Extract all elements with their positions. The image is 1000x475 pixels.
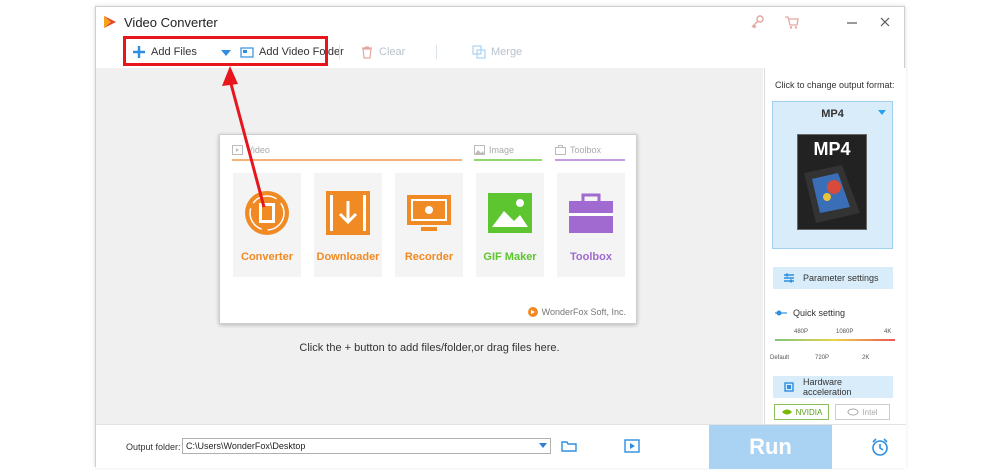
section-toolbox: Toolbox	[555, 145, 625, 161]
bottom-bar: Output folder: C:\Users\WonderFox\Deskto…	[96, 424, 906, 469]
intel-button[interactable]: Intel	[835, 404, 890, 420]
section-toolbox-underline	[555, 159, 625, 161]
hardware-acceleration-label: Hardware acceleration	[803, 377, 852, 397]
tile-converter[interactable]: Converter	[233, 173, 301, 277]
annotation-highlight-box	[123, 36, 328, 66]
launcher-panel: Video Image Toolbox Converter Downloader…	[219, 134, 637, 324]
cart-icon[interactable]	[784, 14, 800, 30]
output-format-name: MP4	[821, 108, 844, 120]
output-folder-dropdown-caret[interactable]	[539, 443, 547, 448]
section-video: Video	[232, 145, 462, 161]
alarm-icon[interactable]	[870, 437, 890, 457]
hardware-acceleration-button[interactable]: Hardware acceleration	[773, 376, 893, 398]
change-format-label: Click to change output format:	[775, 80, 895, 90]
minimize-icon[interactable]	[844, 14, 860, 30]
tile-toolbox-label: Toolbox	[570, 251, 612, 263]
run-label: Run	[749, 434, 792, 459]
gif-maker-icon	[488, 193, 532, 233]
tile-gif-maker[interactable]: GIF Maker	[476, 173, 544, 277]
quality-4k: 4K	[884, 329, 892, 335]
nvidia-button[interactable]: NVIDIA	[774, 404, 829, 420]
clear-label: Clear	[379, 46, 406, 58]
intel-icon	[847, 408, 859, 416]
mp4-badge-text: MP4	[813, 139, 851, 159]
intel-label: Intel	[862, 407, 878, 417]
merge-button[interactable]: Merge	[472, 43, 522, 61]
quick-setting-icon	[775, 310, 787, 316]
quality-1080p: 1080P	[836, 329, 854, 335]
sliders-icon	[784, 273, 794, 283]
chip-icon	[784, 382, 794, 392]
wonderfox-logo	[527, 307, 538, 317]
brand-footer: WonderFox Soft, Inc.	[527, 307, 626, 317]
output-folder-path: C:\Users\WonderFox\Desktop	[186, 441, 306, 451]
video-icon	[232, 145, 243, 155]
output-folder-label: Output folder:	[126, 442, 181, 452]
format-dropdown-caret	[878, 110, 886, 115]
quality-720p: 720P	[815, 355, 830, 361]
quality-default: Default	[770, 355, 790, 361]
film-strip-image	[804, 165, 860, 223]
quick-setting: Quick setting	[775, 308, 845, 318]
section-video-underline	[232, 159, 462, 161]
tile-downloader[interactable]: Downloader	[314, 173, 382, 277]
run-button[interactable]: Run	[709, 425, 832, 469]
recorder-icon	[407, 195, 451, 231]
open-folder-icon[interactable]	[561, 438, 577, 454]
converter-icon	[245, 191, 289, 235]
toolbox-small-icon	[555, 145, 566, 155]
key-icon[interactable]	[749, 14, 765, 30]
drop-area[interactable]: Video Image Toolbox Converter Downloader…	[96, 68, 763, 424]
app-logo	[104, 16, 116, 28]
output-format-selector[interactable]: MP4 MP4	[772, 101, 893, 249]
tile-toolbox[interactable]: Toolbox	[557, 173, 625, 277]
section-image: Image	[474, 145, 542, 161]
toolbar-divider	[339, 45, 340, 59]
close-icon[interactable]	[877, 14, 893, 30]
preview-icon[interactable]	[624, 438, 640, 454]
tile-converter-label: Converter	[241, 251, 293, 263]
quality-480p: 480P	[794, 329, 809, 335]
section-image-underline	[474, 159, 542, 161]
title-bar: Video Converter	[96, 7, 904, 37]
quality-slider[interactable]	[775, 339, 895, 341]
drop-hint: Click the + button to add files/folder,o…	[299, 342, 560, 354]
brand-label: WonderFox Soft, Inc.	[541, 307, 626, 317]
clear-button[interactable]: Clear	[360, 43, 405, 61]
nvidia-label: NVIDIA	[795, 407, 823, 417]
nvidia-icon	[781, 409, 792, 415]
tile-gif-maker-label: GIF Maker	[483, 251, 537, 263]
app-title: Video Converter	[124, 15, 218, 30]
mp4-format-image: MP4	[797, 134, 867, 230]
trash-icon	[362, 46, 372, 59]
toolbox-icon	[569, 193, 613, 233]
tile-recorder-label: Recorder	[404, 251, 454, 263]
output-panel: Click to change output format: MP4 MP4 P…	[764, 68, 906, 424]
app-window: Video Converter Add Files Add Video Fold…	[95, 6, 906, 469]
downloader-icon	[326, 191, 370, 235]
output-folder-field[interactable]: C:\Users\WonderFox\Desktop	[182, 438, 551, 454]
parameter-settings-label: Parameter settings	[803, 273, 879, 283]
image-icon	[474, 145, 485, 155]
tile-downloader-label: Downloader	[316, 251, 380, 263]
section-toolbox-label: Toolbox	[570, 145, 602, 155]
section-video-label: Video	[247, 145, 270, 155]
quick-setting-label: Quick setting	[793, 308, 846, 318]
section-image-label: Image	[489, 145, 515, 155]
parameter-settings-button[interactable]: Parameter settings	[773, 267, 893, 289]
merge-label: Merge	[491, 46, 523, 58]
tile-recorder[interactable]: Recorder	[395, 173, 463, 277]
toolbar-divider	[436, 45, 437, 59]
merge-icon	[472, 45, 486, 59]
quality-2k: 2K	[862, 355, 870, 361]
